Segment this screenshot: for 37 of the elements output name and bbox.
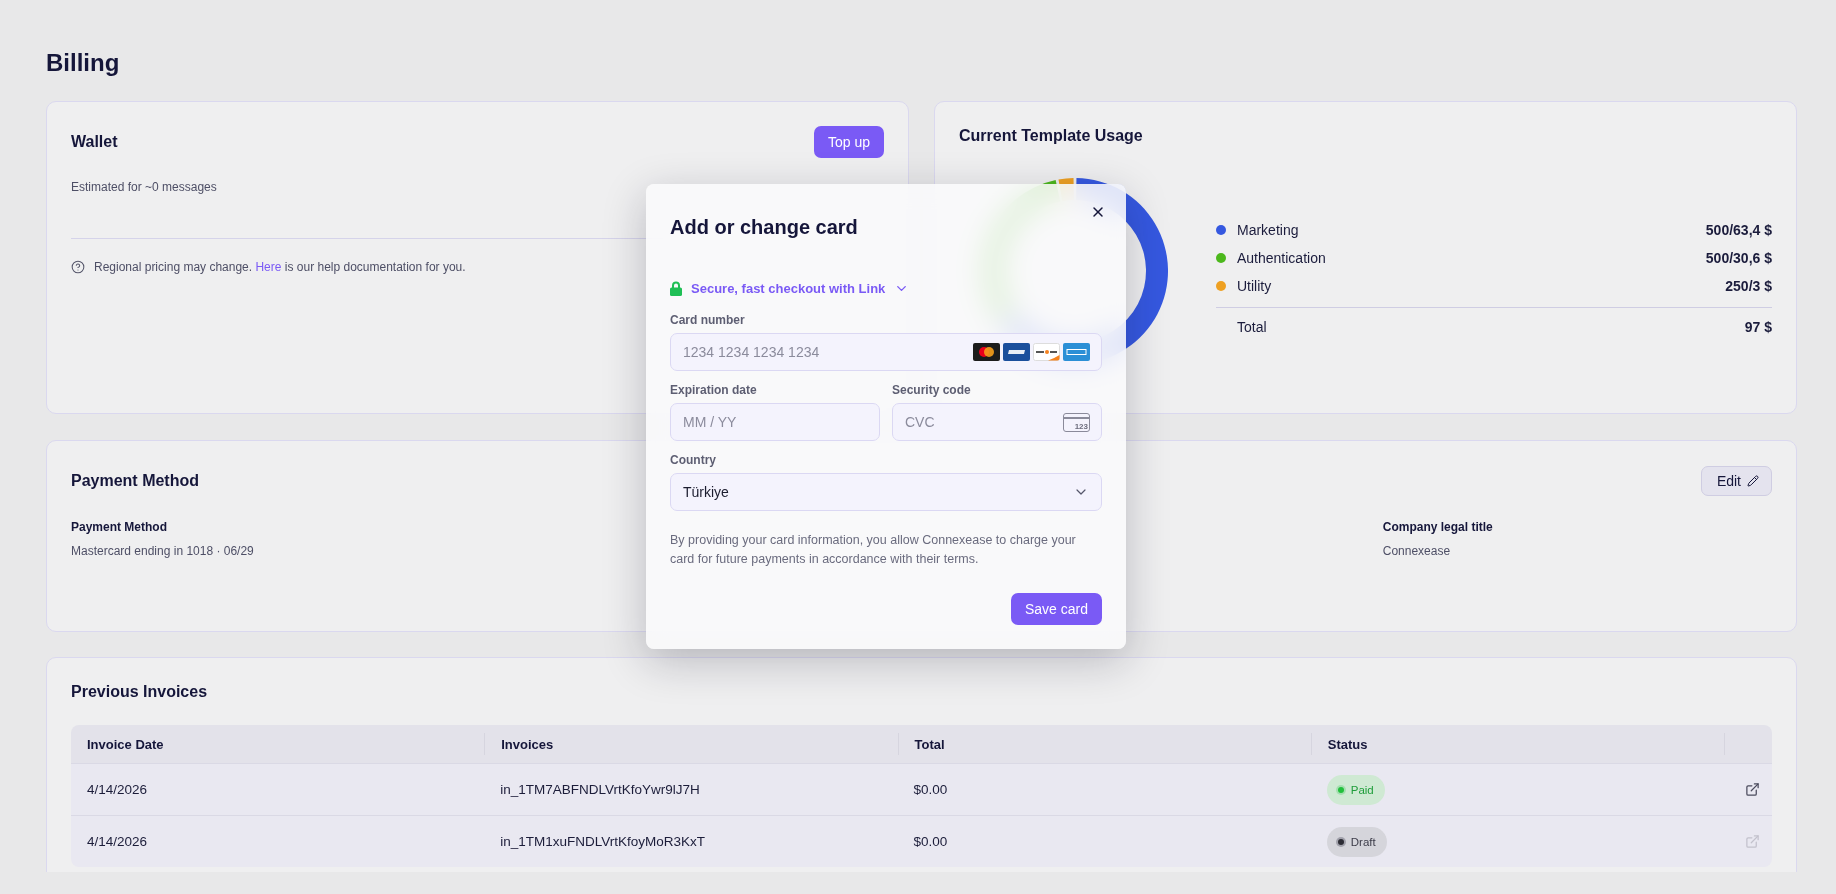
table-cell-text: in_1TM1xuFNDLVrtKfoyMoR3KxT [499,833,707,851]
field-value: Mastercard ending in 1018 · 06/29 [71,543,254,559]
table-cell-text: $0.00 [912,781,949,799]
card-title: Payment Method [71,471,199,491]
field-label: Payment Method [71,519,167,535]
legend-value: 500/30,6 $ [1705,250,1772,266]
legend-value: 500/63,4 $ [1705,222,1772,238]
legend-value: 250/3 $ [1725,278,1772,294]
legend-label: Marketing [1237,222,1299,238]
table-cell-text: $0.00 [912,833,949,851]
status-label: Draft [1350,835,1376,848]
terms-text: By providing your card information, you allow Connexease to charge your card for future payments in accordance with their terms. [670,532,1077,568]
card-title: Current Template Usage [959,126,1143,146]
field-label: Country [670,452,716,468]
field-label: Card number [670,312,745,328]
field-label: Expiration date [670,382,757,398]
total-value: 97 $ [1744,319,1772,335]
field-value: Connexease [1382,543,1451,559]
table-cell-text: in_1TM7ABFNDLVrtKfoYwr9lJ7H [499,781,701,799]
table-cell-text: 4/14/2026 [86,833,149,851]
card-title: Wallet [71,132,118,152]
table-cell-text: 4/14/2026 [86,781,149,799]
help-text: Regional pricing may change. Here is our help documentation for you. [94,259,466,275]
column-header: Status [1310,733,1724,755]
legend-label: Utility [1237,278,1272,294]
card-title: Previous Invoices [71,682,208,702]
column-header: Invoices [484,733,898,755]
total-label: Total [1237,319,1267,335]
legend-label: Authentication [1237,250,1326,266]
column-header: Invoice Date [86,735,165,754]
field-label: Company legal title [1382,519,1493,535]
field-label: Security code [892,382,971,398]
dialog-title: Add or change card [670,215,858,239]
page-title: Billing [46,48,120,77]
column-header: Total [897,733,1311,755]
status-label: Paid [1350,783,1374,796]
estimate-text: Estimated for ~0 messages [71,179,217,195]
